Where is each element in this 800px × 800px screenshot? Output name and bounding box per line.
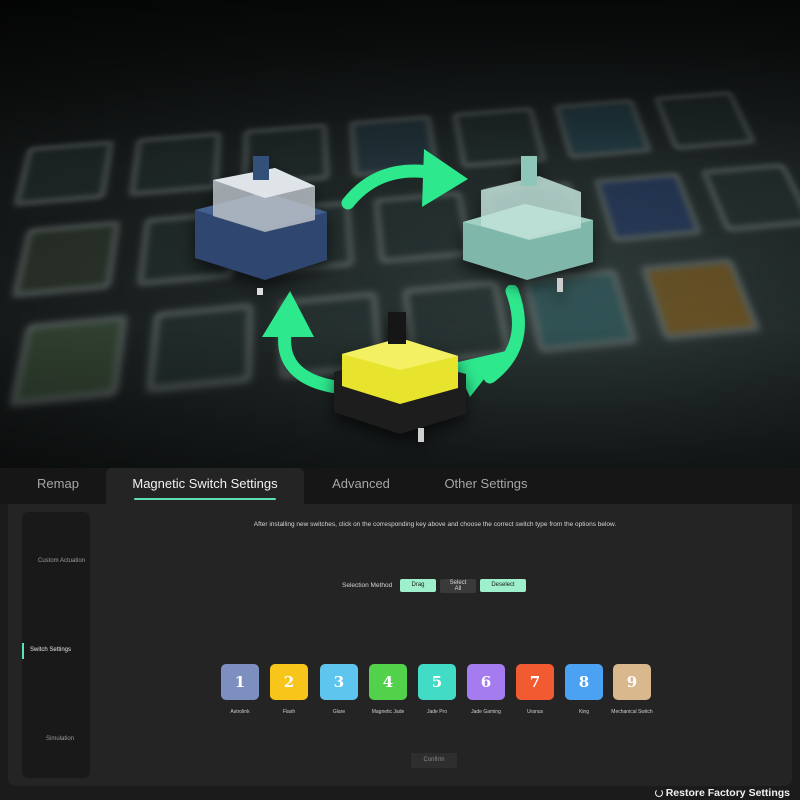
refresh-icon [655,789,663,797]
switch-option-glare[interactable]: 3 [320,664,358,700]
sidebar-item-switch-settings[interactable]: Switch Settings [22,647,90,653]
switch-option-astrolink[interactable]: 1 [221,664,259,700]
switch-settings-panel: Custom Actuation Switch Settings Simulat… [8,504,792,786]
sidebar-item-custom-actuation[interactable]: Custom Actuation [22,558,90,564]
switch-option-flash[interactable]: 2 [270,664,308,700]
switch-option-king[interactable]: 8 [565,664,603,700]
tab-remap[interactable]: Remap [18,468,98,504]
cycle-arrow-top-icon [340,145,470,225]
switch-option-mechanical-switch[interactable]: 9 [613,664,651,700]
restore-factory-settings-button[interactable]: Restore Factory Settings [655,787,790,799]
switch-option-jade-gaming[interactable]: 6 [467,664,505,700]
instruction-text: After installing new switches, click on … [108,521,762,528]
blue-switch-image [185,150,335,295]
select-all-button[interactable]: Select All [440,579,476,593]
tab-advanced[interactable]: Advanced [316,468,406,504]
switch-option-jade-pro[interactable]: 5 [418,664,456,700]
tab-bar: Remap Magnetic Switch Settings Advanced … [0,468,800,504]
tab-magnetic-switch-settings[interactable]: Magnetic Switch Settings [106,468,304,504]
switch-label-mechanical-switch: Mechanical Switch [602,709,662,715]
selection-method-label: Selection Method [342,582,392,589]
teal-switch-image [455,150,605,295]
confirm-button[interactable]: Confirm [411,753,457,768]
hero-banner [0,0,800,468]
deselect-button[interactable]: Deselect [480,579,526,592]
drag-button[interactable]: Drag [400,579,436,592]
sidebar-item-simulation[interactable]: Simulation [22,736,90,742]
switch-option-magnetic-jade[interactable]: 4 [369,664,407,700]
active-tab-indicator [134,498,276,500]
yellow-switch-image [330,310,470,445]
settings-sidebar: Custom Actuation Switch Settings Simulat… [22,512,90,778]
switch-option-uranus[interactable]: 7 [516,664,554,700]
tab-other-settings[interactable]: Other Settings [432,468,540,504]
